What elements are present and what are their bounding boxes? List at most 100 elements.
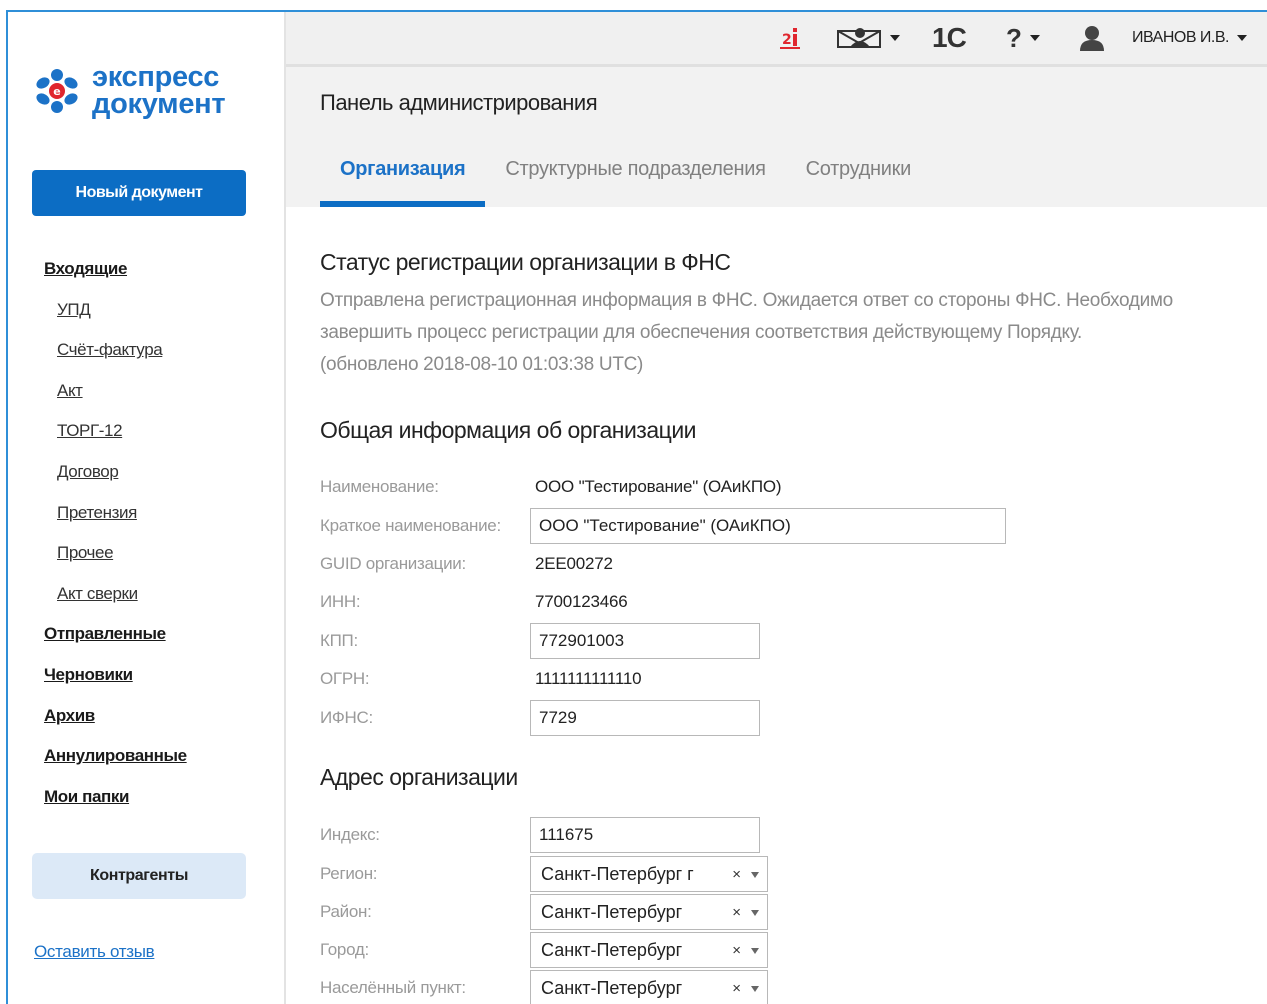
nav-item-invoice[interactable]: Счёт-фактура: [8, 335, 278, 376]
user-name: ИВАНОВ И.В.: [1132, 29, 1230, 46]
field-ifns: ИФНС:: [320, 699, 760, 737]
locality-label: Населённый пункт:: [320, 978, 466, 997]
user-menu[interactable]: ИВАНОВ И.В.: [1078, 12, 1247, 64]
chevron-down-icon: [890, 35, 900, 41]
logo-text: экспресс документ: [92, 61, 226, 120]
svg-text:e: e: [53, 85, 60, 98]
logo[interactable]: e экспресс документ: [32, 61, 226, 120]
logo-line-2: документ: [92, 88, 226, 120]
guid-label: GUID организации:: [320, 554, 466, 573]
field-short-name: Краткое наименование:: [320, 507, 1006, 545]
region-value: Санкт-Петербург г: [541, 863, 694, 884]
region-select[interactable]: Санкт-Петербург г ×: [530, 856, 768, 892]
field-city: Город: Санкт-Петербург ×: [320, 931, 768, 969]
notification-icon: 2: [780, 28, 800, 49]
district-value: Санкт-Петербург: [541, 901, 683, 922]
address-heading: Адрес организации: [320, 764, 518, 790]
nav-item-archive[interactable]: Архив: [8, 701, 278, 742]
field-region: Регион: Санкт-Петербург г ×: [320, 855, 768, 893]
status-line-2: завершить процесс регистрации для обеспе…: [320, 322, 1082, 343]
locality-value: Санкт-Петербург: [541, 977, 683, 998]
page-title: Панель администрирования: [320, 90, 598, 115]
ogrn-value: 1111111111110: [535, 669, 642, 688]
inbox-icon: [837, 28, 881, 48]
tab-organization[interactable]: Организация: [320, 147, 486, 207]
nav-item-my-folders[interactable]: Мои папки: [8, 782, 278, 823]
status-message: Отправлена регистрационная информация в …: [320, 285, 1267, 381]
logo-icon: e: [36, 69, 78, 113]
locality-select[interactable]: Санкт-Петербург ×: [530, 970, 768, 1004]
index-input[interactable]: [530, 817, 760, 853]
notifications-button[interactable]: 2: [778, 12, 802, 64]
ogrn-label: ОГРН:: [320, 669, 370, 688]
page-header: Панель администрирования Организация Стр…: [286, 67, 1267, 207]
tab-employees[interactable]: Сотрудники: [806, 147, 912, 201]
nav-item-other[interactable]: Прочее: [8, 538, 278, 579]
app-window: e экспресс документ Новый документ Входя…: [6, 10, 1267, 1004]
clear-icon[interactable]: ×: [732, 904, 741, 921]
dropdown-arrow-icon[interactable]: [751, 910, 759, 916]
district-select[interactable]: Санкт-Петербург ×: [530, 894, 768, 930]
1c-button[interactable]: 1С: [932, 12, 967, 64]
nav-item-torg12[interactable]: ТОРГ-12: [8, 416, 278, 457]
nav-item-claim[interactable]: Претензия: [8, 498, 278, 539]
guid-value: 2EE00272: [535, 554, 613, 573]
clear-icon[interactable]: ×: [732, 980, 741, 997]
field-locality: Населённый пункт: Санкт-Петербург ×: [320, 969, 768, 1004]
logo-line-1: экспресс: [92, 61, 220, 93]
inn-value: 7700123466: [535, 592, 628, 611]
field-ogrn: ОГРН: 1111111111110: [320, 660, 642, 698]
svg-text:2: 2: [782, 32, 792, 48]
index-label: Индекс:: [320, 825, 380, 844]
status-updated: (обновлено 2018-08-10 01:03:38 UTC): [320, 354, 644, 375]
dropdown-arrow-icon[interactable]: [751, 948, 759, 954]
help-menu[interactable]: ?: [1006, 12, 1040, 64]
feedback-link[interactable]: Оставить отзыв: [34, 942, 155, 962]
city-value: Санкт-Петербург: [541, 939, 683, 960]
counterparties-button[interactable]: Контрагенты: [32, 853, 246, 899]
nav-item-sent[interactable]: Отправленные: [8, 619, 278, 660]
ifns-input[interactable]: [530, 700, 760, 736]
clear-icon[interactable]: ×: [732, 866, 741, 883]
clear-icon[interactable]: ×: [732, 942, 741, 959]
field-index: Индекс:: [320, 816, 760, 854]
name-label: Наименование:: [320, 477, 439, 496]
nav-item-cancelled[interactable]: Аннулированные: [8, 741, 278, 782]
general-heading: Общая информация об организации: [320, 417, 697, 443]
city-select[interactable]: Санкт-Петербург ×: [530, 932, 768, 968]
field-name: Наименование: ООО "Тестирование" (ОАиКПО…: [320, 468, 782, 506]
tab-departments[interactable]: Структурные подразделения: [505, 147, 766, 201]
dropdown-arrow-icon[interactable]: [751, 872, 759, 878]
user-icon: [1080, 26, 1104, 51]
field-district: Район: Санкт-Петербург ×: [320, 893, 768, 931]
sidebar: e экспресс документ Новый документ Входя…: [8, 12, 286, 1004]
field-kpp: КПП:: [320, 622, 760, 660]
short-name-input[interactable]: [530, 508, 1006, 544]
district-label: Район:: [320, 902, 372, 921]
help-icon: ?: [1006, 22, 1022, 53]
kpp-input[interactable]: [530, 623, 760, 659]
nav-item-contract[interactable]: Договор: [8, 457, 278, 498]
new-document-button[interactable]: Новый документ: [32, 170, 246, 216]
nav-item-upd[interactable]: УПД: [8, 295, 278, 336]
dropdown-arrow-icon[interactable]: [751, 986, 759, 992]
nav-item-act[interactable]: Акт: [8, 376, 278, 417]
sidebar-nav: Входящие УПД Счёт-фактура Акт ТОРГ-12 До…: [8, 254, 278, 822]
kpp-label: КПП:: [320, 631, 358, 650]
city-label: Город:: [320, 940, 369, 959]
field-inn: ИНН: 7700123466: [320, 583, 628, 621]
inbox-menu[interactable]: [836, 12, 900, 64]
nav-item-drafts[interactable]: Черновики: [8, 660, 278, 701]
status-line-1: Отправлена регистрационная информация в …: [320, 290, 1173, 311]
chevron-down-icon: [1029, 35, 1040, 41]
status-heading: Статус регистрации организации в ФНС: [320, 249, 731, 275]
chevron-down-icon: [1237, 35, 1247, 41]
short-name-label: Краткое наименование:: [320, 516, 501, 535]
nav-item-incoming[interactable]: Входящие: [8, 254, 278, 295]
nav-item-reconciliation[interactable]: Акт сверки: [8, 579, 278, 620]
topbar: 2 1С ? ИВАНОВ И.В.: [286, 12, 1267, 67]
tabs: Организация Структурные подразделения Со…: [320, 147, 951, 207]
ifns-label: ИФНС:: [320, 708, 373, 727]
inn-label: ИНН:: [320, 592, 361, 611]
name-value: ООО "Тестирование" (ОАиКПО): [535, 477, 782, 496]
